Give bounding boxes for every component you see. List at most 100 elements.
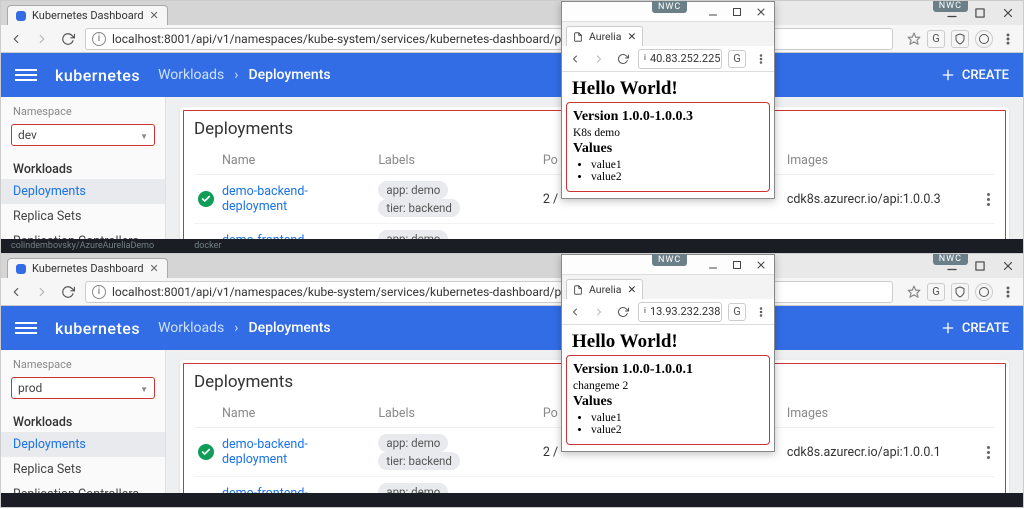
subtitle-text: K8s demo: [573, 127, 763, 139]
reload-button[interactable]: [614, 303, 632, 321]
ext-g-icon[interactable]: G: [927, 30, 945, 48]
reload-button[interactable]: [59, 30, 77, 48]
values-heading: Values: [573, 394, 763, 410]
breadcrumb-current: Deployments: [248, 67, 330, 83]
browser-menu-icon[interactable]: [999, 30, 1017, 48]
site-info-icon[interactable]: i: [644, 53, 646, 65]
window-maximize-icon[interactable]: [973, 259, 987, 273]
back-button[interactable]: [566, 303, 584, 321]
breadcrumb-current: Deployments: [248, 320, 330, 336]
site-info-icon[interactable]: i: [92, 285, 106, 299]
window-titlebar: NWC: [763, 254, 1023, 278]
image-ref: cdk8s.azurecr.io/api:1.0.0.1: [787, 445, 941, 460]
bookmark-star-icon[interactable]: [907, 285, 921, 299]
overlay-tabbar: Aurelia ✕: [562, 275, 774, 299]
ext-shield-icon[interactable]: [951, 30, 969, 48]
col-labels[interactable]: Labels: [374, 400, 539, 428]
forward-button[interactable]: [590, 303, 608, 321]
namespace-select[interactable]: dev ▼: [11, 124, 155, 146]
reload-button[interactable]: [59, 283, 77, 301]
overlay-page: Hello World! Version 1.0.0-1.0.0.1 chang…: [562, 325, 774, 451]
hamburger-icon[interactable]: [15, 69, 37, 81]
sidebar-item-deployments[interactable]: Deployments: [1, 179, 165, 204]
browser-tab[interactable]: Kubernetes Dashboard ✕: [7, 5, 168, 25]
values-list: value1value2: [591, 412, 763, 436]
value-item: value2: [591, 424, 763, 436]
window-maximize-icon[interactable]: [730, 258, 744, 272]
ext-circle-icon[interactable]: [975, 283, 993, 301]
ext-circle-icon[interactable]: [975, 30, 993, 48]
page-heading: Hello World!: [572, 78, 764, 100]
back-button[interactable]: [7, 283, 25, 301]
col-name[interactable]: Name: [218, 147, 374, 175]
hamburger-icon[interactable]: [15, 322, 37, 334]
overlay-browser: NWC Aurelia ✕ i 40.83.252.225: [561, 1, 775, 199]
overlay-address-bar[interactable]: i 13.93.232.238: [638, 302, 722, 322]
ext-shield-icon[interactable]: [951, 283, 969, 301]
site-info-icon[interactable]: i: [92, 32, 106, 46]
site-info-icon[interactable]: i: [644, 306, 646, 318]
app-header: kubernetes Workloads › Deployments CREAT…: [1, 306, 1023, 350]
window-close-icon[interactable]: [754, 258, 768, 272]
bookmark-star-icon[interactable]: [907, 32, 921, 46]
create-button[interactable]: CREATE: [940, 67, 1009, 83]
browser-menu-icon[interactable]: [752, 303, 770, 321]
breadcrumb-parent[interactable]: Workloads: [158, 320, 224, 336]
overlay-browser: NWC Aurelia ✕ i 13.93.232.238: [561, 254, 775, 452]
sidebar-section-workloads[interactable]: Workloads: [1, 409, 165, 432]
breadcrumb: Workloads › Deployments: [158, 67, 331, 83]
tab-close-icon[interactable]: ✕: [150, 9, 159, 22]
overlay-tab[interactable]: Aurelia ✕: [566, 26, 643, 46]
value-item: value2: [591, 171, 763, 183]
col-name[interactable]: Name: [218, 400, 374, 428]
deployment-link[interactable]: demo-backend-deployment: [222, 437, 308, 467]
namespace-select[interactable]: prod ▼: [11, 377, 155, 399]
window-close-icon[interactable]: [1001, 6, 1015, 20]
window-close-icon[interactable]: [754, 5, 768, 19]
window-minimize-icon[interactable]: [706, 5, 720, 19]
browser-tab[interactable]: Kubernetes Dashboard ✕: [7, 258, 168, 278]
overlay-tab[interactable]: Aurelia ✕: [566, 279, 643, 299]
tab-close-icon[interactable]: ✕: [150, 262, 159, 275]
label-chip: tier: backend: [378, 452, 460, 470]
forward-button[interactable]: [590, 50, 608, 68]
highlighted-region: Version 1.0.0-1.0.0.3 K8s demo Values va…: [566, 102, 770, 192]
breadcrumb-parent[interactable]: Workloads: [158, 67, 224, 83]
values-heading: Values: [573, 141, 763, 157]
col-labels[interactable]: Labels: [374, 147, 539, 175]
ext-g-icon[interactable]: G: [927, 283, 945, 301]
app-logo[interactable]: kubernetes: [55, 66, 140, 85]
sidebar-item-deployments[interactable]: Deployments: [1, 432, 165, 457]
create-button[interactable]: CREATE: [940, 320, 1009, 336]
status-ok-icon: [198, 444, 214, 460]
back-button[interactable]: [7, 30, 25, 48]
app-logo[interactable]: kubernetes: [55, 319, 140, 338]
ext-g-icon[interactable]: G: [728, 303, 746, 321]
reload-button[interactable]: [614, 50, 632, 68]
browser-menu-icon[interactable]: [752, 50, 770, 68]
window-maximize-icon[interactable]: [973, 6, 987, 20]
tab-close-icon[interactable]: ✕: [627, 283, 636, 296]
nwc-badge: NWC: [933, 254, 968, 265]
image-ref: cdk8s.azurecr.io/api:1.0.0.3: [787, 192, 941, 207]
browser-menu-icon[interactable]: [999, 283, 1017, 301]
status-ok-icon: [198, 191, 214, 207]
k8s-favicon-icon: [16, 11, 26, 21]
window-minimize-icon[interactable]: [706, 258, 720, 272]
sidebar-item-replica-sets[interactable]: Replica Sets: [1, 457, 165, 482]
overlay-address-bar[interactable]: i 40.83.252.225: [638, 49, 722, 69]
ext-g-icon[interactable]: G: [728, 50, 746, 68]
k8s-favicon-icon: [16, 264, 26, 274]
row-menu-icon[interactable]: [987, 446, 991, 459]
window-maximize-icon[interactable]: [730, 5, 744, 19]
deployment-link[interactable]: demo-backend-deployment: [222, 184, 308, 214]
forward-button[interactable]: [33, 283, 51, 301]
sidebar-item-replica-sets[interactable]: Replica Sets: [1, 204, 165, 229]
window-close-icon[interactable]: [1001, 259, 1015, 273]
tab-close-icon[interactable]: ✕: [627, 30, 636, 43]
row-menu-icon[interactable]: [987, 193, 991, 206]
sidebar-section-workloads[interactable]: Workloads: [1, 156, 165, 179]
back-button[interactable]: [566, 50, 584, 68]
browser-navbar: i localhost:8001/api/v1/namespaces/kube-…: [1, 278, 1023, 306]
forward-button[interactable]: [33, 30, 51, 48]
